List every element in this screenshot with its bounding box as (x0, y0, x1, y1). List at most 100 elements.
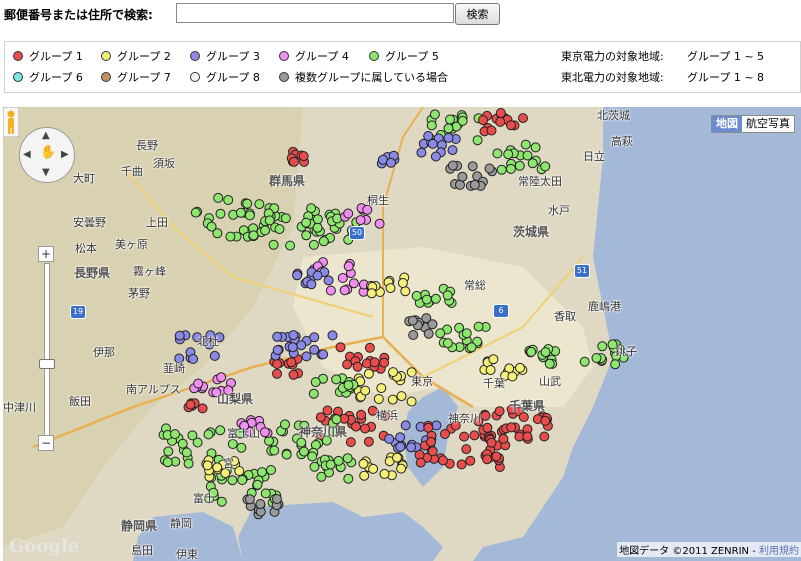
outage-marker[interactable] (343, 261, 354, 272)
outage-marker[interactable] (301, 217, 312, 228)
outage-marker[interactable] (456, 459, 467, 470)
outage-marker[interactable] (359, 470, 370, 481)
outage-marker[interactable] (312, 222, 323, 233)
outage-marker[interactable] (392, 452, 402, 463)
outage-marker[interactable] (491, 451, 502, 462)
outage-marker[interactable] (427, 446, 438, 457)
outage-marker[interactable] (203, 429, 214, 440)
outage-marker[interactable] (342, 359, 353, 370)
outage-marker[interactable] (322, 405, 333, 416)
outage-marker[interactable] (495, 116, 506, 127)
outage-marker[interactable] (343, 473, 354, 484)
outage-marker[interactable] (288, 330, 299, 341)
outage-marker[interactable] (395, 432, 406, 443)
outage-marker[interactable] (408, 330, 419, 340)
outage-marker[interactable] (197, 403, 208, 414)
outage-marker[interactable] (272, 359, 283, 369)
outage-marker[interactable] (495, 108, 506, 118)
outage-marker[interactable] (248, 230, 259, 241)
outage-marker[interactable] (591, 353, 602, 363)
outage-marker[interactable] (426, 120, 437, 131)
outage-marker[interactable] (373, 394, 384, 404)
zoom-out-icon[interactable]: − (38, 435, 54, 451)
search-input[interactable] (176, 3, 454, 23)
outage-marker[interactable] (298, 151, 309, 162)
outage-marker[interactable] (478, 115, 489, 126)
pegman-icon[interactable] (3, 107, 19, 137)
outage-marker[interactable] (327, 330, 338, 341)
outage-marker[interactable] (235, 207, 246, 218)
outage-marker[interactable] (315, 412, 326, 423)
outage-marker[interactable] (234, 466, 245, 476)
outage-marker[interactable] (252, 479, 263, 490)
outage-marker[interactable] (421, 294, 432, 305)
outage-marker[interactable] (337, 273, 348, 283)
outage-marker[interactable] (482, 454, 493, 465)
outage-marker[interactable] (285, 240, 296, 251)
outage-marker[interactable] (202, 460, 213, 471)
outage-marker[interactable] (376, 383, 387, 394)
outage-marker[interactable] (170, 429, 180, 440)
outage-marker[interactable] (395, 441, 406, 452)
outage-marker[interactable] (272, 345, 283, 356)
outage-marker[interactable] (484, 163, 495, 174)
outage-marker[interactable] (185, 399, 196, 410)
outage-marker[interactable] (363, 436, 374, 447)
outage-marker[interactable] (213, 192, 224, 203)
outage-marker[interactable] (438, 455, 448, 466)
outage-marker[interactable] (281, 449, 292, 460)
outage-marker[interactable] (215, 425, 226, 436)
outage-marker[interactable] (379, 468, 390, 479)
outage-marker[interactable] (530, 142, 541, 153)
outage-marker[interactable] (212, 462, 223, 473)
outage-marker[interactable] (466, 342, 477, 353)
outage-marker[interactable] (486, 437, 497, 448)
outage-marker[interactable] (212, 228, 223, 239)
outage-marker[interactable] (312, 270, 323, 281)
outage-marker[interactable] (482, 422, 493, 433)
outage-marker[interactable] (343, 208, 354, 219)
outage-marker[interactable] (374, 218, 385, 229)
outage-marker[interactable] (236, 442, 247, 453)
outage-marker[interactable] (369, 357, 380, 368)
outage-marker[interactable] (227, 475, 238, 486)
outage-marker[interactable] (445, 114, 455, 125)
outage-marker[interactable] (308, 239, 319, 250)
zoom-slider-handle[interactable] (39, 359, 55, 369)
outage-marker[interactable] (457, 171, 468, 182)
outage-marker[interactable] (473, 321, 484, 332)
pan-up-icon[interactable]: ▲ (42, 131, 50, 141)
outage-marker[interactable] (426, 436, 436, 447)
outage-marker[interactable] (177, 438, 188, 449)
outage-marker[interactable] (522, 431, 533, 442)
outage-marker[interactable] (494, 406, 505, 417)
outage-marker[interactable] (461, 444, 472, 455)
outage-marker[interactable] (209, 350, 220, 361)
outage-marker[interactable] (472, 135, 483, 146)
outage-marker[interactable] (288, 156, 299, 167)
outage-marker[interactable] (292, 270, 303, 281)
outage-marker[interactable] (427, 138, 438, 149)
outage-marker[interactable] (364, 342, 375, 353)
outage-marker[interactable] (506, 422, 517, 433)
outage-marker[interactable] (335, 342, 346, 353)
outage-marker[interactable] (318, 349, 329, 360)
outage-marker[interactable] (193, 378, 204, 389)
outage-marker[interactable] (416, 147, 427, 158)
outage-marker[interactable] (286, 357, 297, 368)
outage-marker[interactable] (503, 149, 514, 160)
outage-marker[interactable] (540, 415, 551, 426)
outage-marker[interactable] (406, 442, 417, 453)
outage-marker[interactable] (457, 115, 468, 126)
outage-marker[interactable] (272, 331, 283, 342)
outage-marker[interactable] (183, 458, 194, 469)
map[interactable]: 長野 大町 千曲 須坂 上田 安曇野 松本 美ヶ原 長野県 霧ヶ峰 茅野 伊那 … (3, 107, 801, 561)
outage-marker[interactable] (288, 369, 299, 380)
outage-marker[interactable] (342, 453, 353, 464)
outage-marker[interactable] (309, 461, 320, 472)
outage-marker[interactable] (435, 328, 446, 339)
outage-marker[interactable] (396, 391, 407, 402)
outage-marker[interactable] (400, 420, 411, 431)
outage-marker[interactable] (368, 463, 379, 474)
outage-marker[interactable] (268, 239, 279, 250)
